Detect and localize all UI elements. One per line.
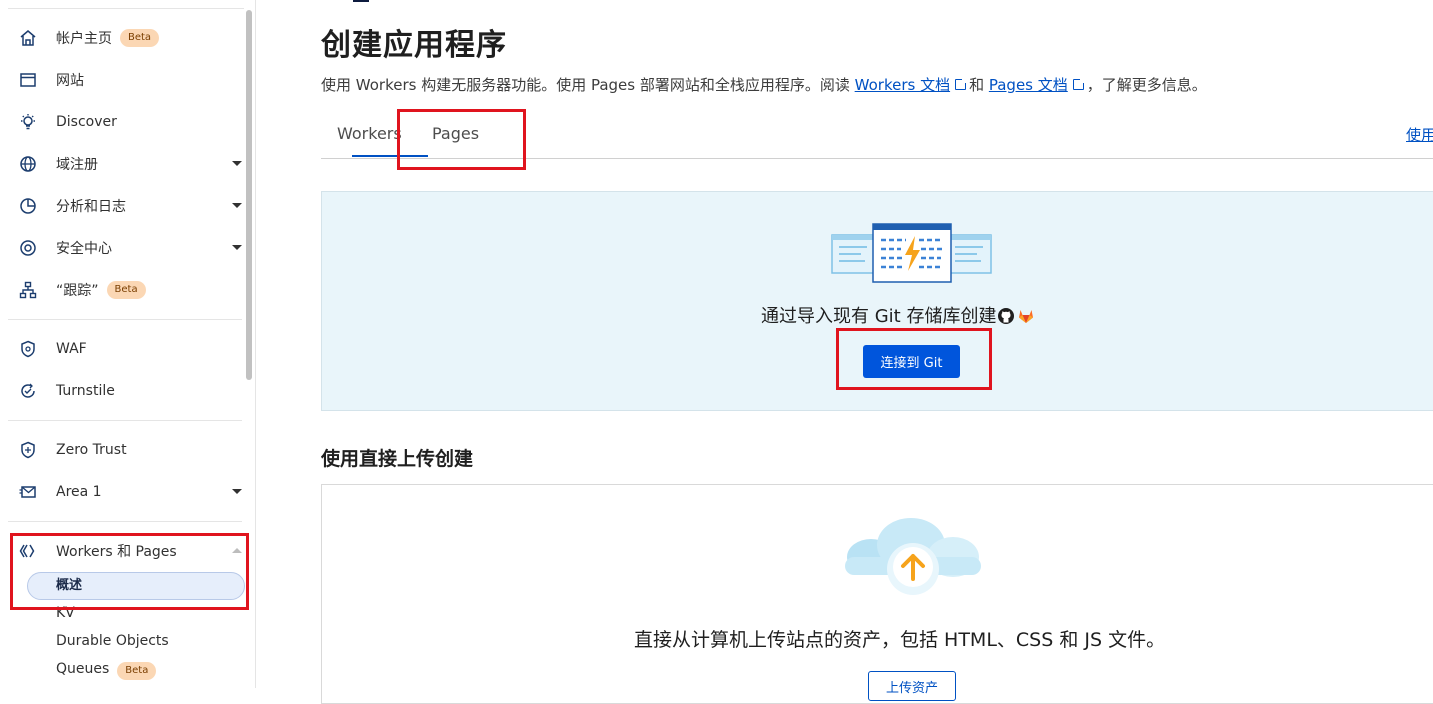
cloud-upload-icon	[845, 518, 981, 595]
github-icon	[998, 308, 1015, 324]
page-title: 创建应用程序	[321, 28, 507, 63]
sidebar-item-label: WAF	[56, 341, 87, 357]
git-import-label: 通过导入现有 Git 存储库创建	[761, 306, 997, 327]
sidebar-subitem-queues[interactable]: Queues Beta	[56, 661, 157, 680]
sidebar-item-label: Turnstile	[56, 383, 115, 399]
external-link-icon	[1072, 77, 1086, 90]
sidebar-item-label: Zero Trust	[56, 442, 127, 458]
sidebar-item-security-center[interactable]: 安全中心	[8, 230, 244, 266]
sidebar-item-label: 网站	[56, 73, 84, 89]
sidebar-item-account-home[interactable]: 帐户主页 Beta	[8, 20, 244, 56]
description-text: 使用 Workers 构建无服务器功能。使用 Pages 部署网站和全栈应用程序…	[321, 76, 855, 94]
direct-upload-text: 直接从计算机上传站点的资产，包括 HTML、CSS 和 JS 文件。	[634, 629, 1166, 651]
sidebar-item-label: 帐户主页	[56, 31, 112, 47]
sidebar-item-label: Discover	[56, 114, 117, 130]
highlight-box-workers-pages	[10, 533, 249, 610]
globe-icon	[18, 154, 38, 174]
envelope-icon	[18, 482, 38, 502]
sidebar-item-domain-registration[interactable]: 域注册	[8, 146, 244, 182]
sidebar-item-label: 分析和日志	[56, 199, 126, 215]
pages-docs-link[interactable]: Pages 文档	[989, 76, 1068, 94]
description-text: ，了解更多信息。	[1086, 76, 1207, 94]
sidebar-scrollbar[interactable]	[246, 10, 252, 380]
highlight-box-pages-tab	[397, 109, 526, 170]
right-edge-link[interactable]: 使用	[1406, 124, 1433, 145]
sidebar-item-area1[interactable]: Area 1	[8, 474, 244, 510]
sidebar-item-trace[interactable]: “跟踪” Beta	[8, 272, 244, 308]
description-text: 和	[969, 76, 989, 94]
top-accent-bar	[353, 0, 369, 2]
beta-badge: Beta	[120, 29, 160, 47]
sidebar-item-label: 安全中心	[56, 241, 112, 257]
network-icon	[18, 280, 38, 300]
upload-assets-button[interactable]: 上传资产	[868, 671, 956, 701]
window-icon	[18, 70, 38, 90]
sidebar-item-waf[interactable]: WAF	[8, 331, 244, 367]
gitlab-icon	[1019, 310, 1034, 323]
shield-gear-icon	[18, 238, 38, 258]
tab-workers[interactable]: Workers	[337, 124, 402, 143]
git-import-text: 通过导入现有 Git 存储库创建	[761, 302, 1035, 328]
chevron-down-icon[interactable]	[232, 245, 242, 250]
sidebar-item-discover[interactable]: Discover	[8, 104, 244, 140]
sidebar-item-websites[interactable]: 网站	[8, 62, 244, 98]
pages-illustration-icon	[831, 223, 992, 283]
highlight-box-connect-git	[836, 328, 992, 390]
sidebar-item-label: 域注册	[56, 157, 98, 173]
sidebar-divider	[8, 319, 242, 320]
beta-badge: Beta	[106, 281, 146, 299]
page-description: 使用 Workers 构建无服务器功能。使用 Pages 部署网站和全栈应用程序…	[321, 74, 1207, 95]
turnstile-icon	[18, 381, 38, 401]
waf-shield-icon	[18, 339, 38, 359]
external-link-icon	[955, 77, 969, 90]
sidebar-divider	[8, 521, 242, 522]
sidebar-item-analytics[interactable]: 分析和日志	[8, 188, 244, 224]
sidebar-item-zero-trust[interactable]: Zero Trust	[8, 432, 244, 468]
chevron-down-icon[interactable]	[232, 203, 242, 208]
sidebar-top-divider	[8, 8, 244, 9]
lightbulb-icon	[18, 112, 38, 132]
sidebar-subitem-label: Queues	[56, 661, 110, 677]
sidebar-item-label: Area 1	[56, 484, 102, 500]
direct-upload-title: 使用直接上传创建	[321, 448, 474, 470]
zero-trust-icon	[18, 440, 38, 460]
sidebar-divider	[8, 420, 242, 421]
workers-docs-link[interactable]: Workers 文档	[855, 76, 950, 94]
pie-chart-icon	[18, 196, 38, 216]
sidebar-subitem-durable-objects[interactable]: Durable Objects	[56, 633, 169, 649]
home-icon	[18, 28, 38, 48]
chevron-down-icon[interactable]	[232, 161, 242, 166]
beta-badge: Beta	[117, 662, 157, 680]
sidebar-item-label: “跟踪”	[56, 283, 99, 299]
sidebar-item-turnstile[interactable]: Turnstile	[8, 373, 244, 409]
chevron-down-icon[interactable]	[232, 489, 242, 494]
